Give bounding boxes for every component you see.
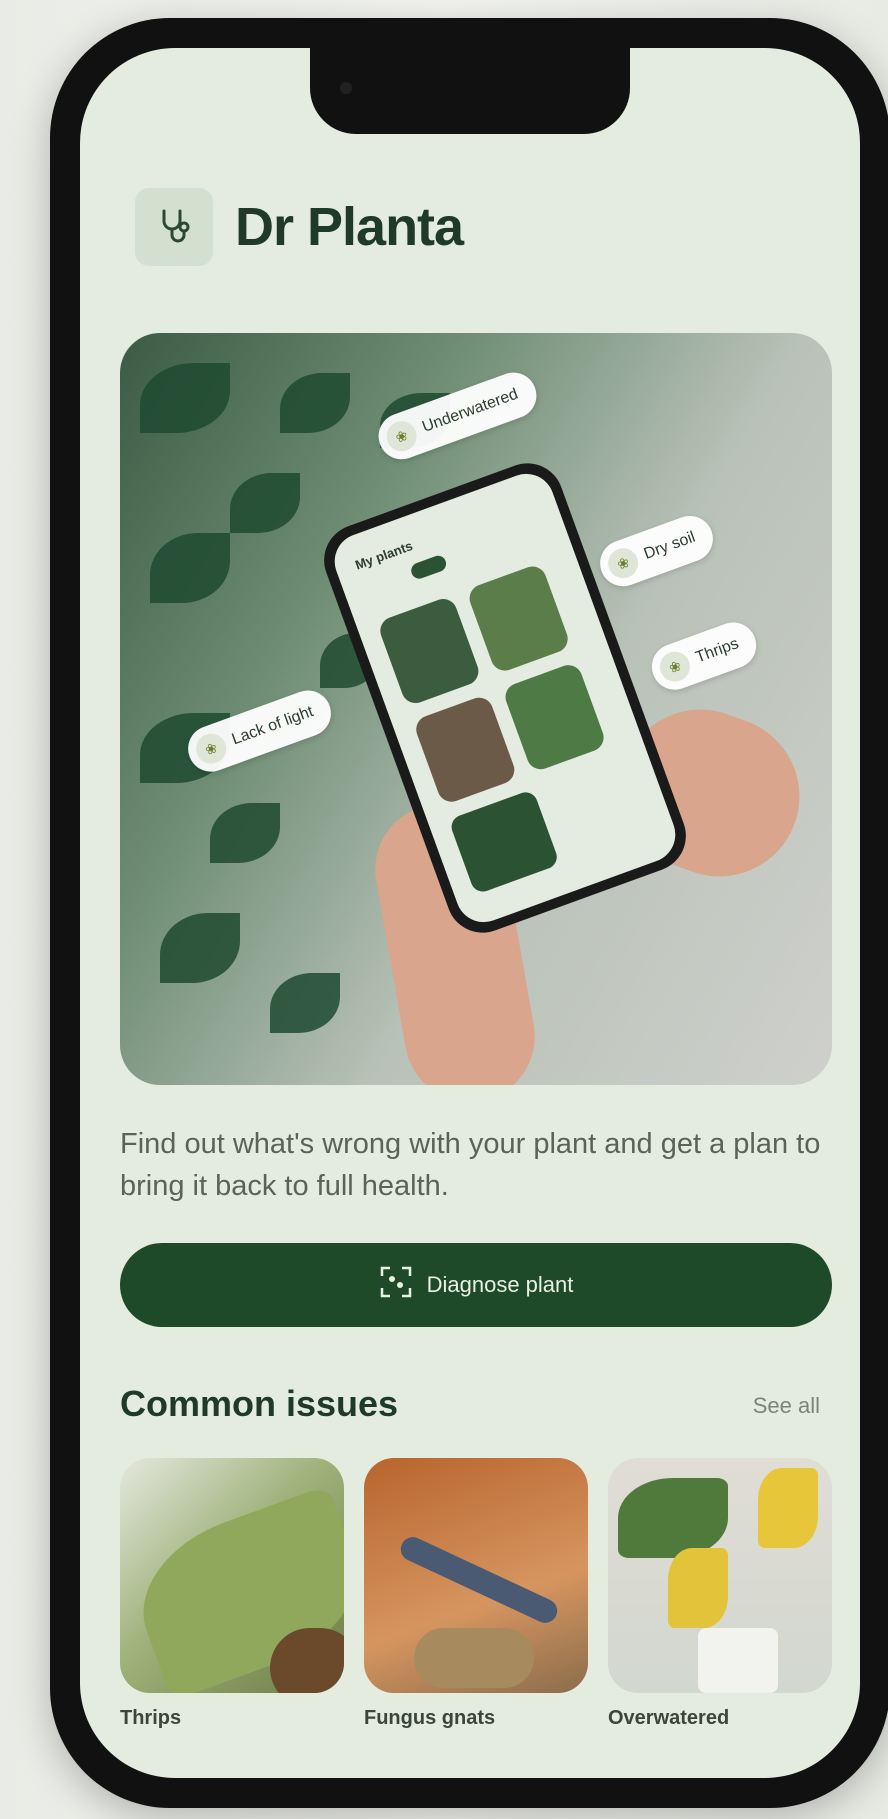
inner-phone: My plants [314, 453, 696, 943]
hero-image: My plants ❀ Underwatered ❀ Dry soil ❀ Th… [120, 333, 832, 1085]
issue-label: Fungus gnats [364, 1707, 496, 1729]
notch [310, 48, 630, 134]
issue-image [120, 1458, 344, 1693]
leaf-icon: ❀ [382, 417, 421, 456]
common-issues-title: Common issues [120, 1383, 399, 1424]
stethoscope-icon [135, 188, 213, 266]
phone-frame: Dr Planta My plants ❀ Underwatered ❀ Dry… [50, 18, 888, 1808]
app-header: Dr Planta [135, 188, 464, 266]
diagnose-plant-label: Diagnose plant [426, 1272, 574, 1297]
issue-image [364, 1458, 588, 1693]
tag-underwatered: ❀ Underwatered [372, 366, 543, 466]
tag-thrips: ❀ Thrips [645, 615, 764, 697]
app-title: Dr Planta [235, 197, 464, 257]
camera [340, 82, 352, 94]
tag-dry-soil: ❀ Dry soil [593, 509, 720, 593]
description: Find out what's wrong with your plant an… [120, 1128, 821, 1202]
leaf-icon: ❀ [191, 729, 231, 768]
issue-card-thrips[interactable]: Thrips [120, 1458, 344, 1730]
tag-lack-of-light: ❀ Lack of light [181, 683, 338, 779]
leaf-icon: ❀ [603, 543, 643, 583]
app-screen: Dr Planta My plants ❀ Underwatered ❀ Dry… [80, 48, 860, 1778]
common-issues-list: Thrips Fungus gnats Overwatered [120, 1458, 832, 1730]
issue-label: Overwatered [608, 1707, 730, 1729]
inner-phone-title: My plants [353, 538, 415, 573]
scan-icon [379, 1265, 413, 1305]
issue-card-overwatered[interactable]: Overwatered [608, 1458, 832, 1730]
issue-card-fungus-gnats[interactable]: Fungus gnats [364, 1458, 588, 1730]
issue-image [608, 1458, 832, 1693]
leaf-icon: ❀ [655, 647, 695, 686]
tag-label: Thrips [693, 635, 742, 667]
issue-label: Thrips [120, 1707, 182, 1729]
tag-label: Dry soil [641, 528, 698, 563]
see-all-link[interactable]: See all [753, 1393, 820, 1419]
tag-label: Lack of light [229, 703, 316, 749]
diagnose-plant-button[interactable]: Diagnose plant [120, 1243, 832, 1327]
